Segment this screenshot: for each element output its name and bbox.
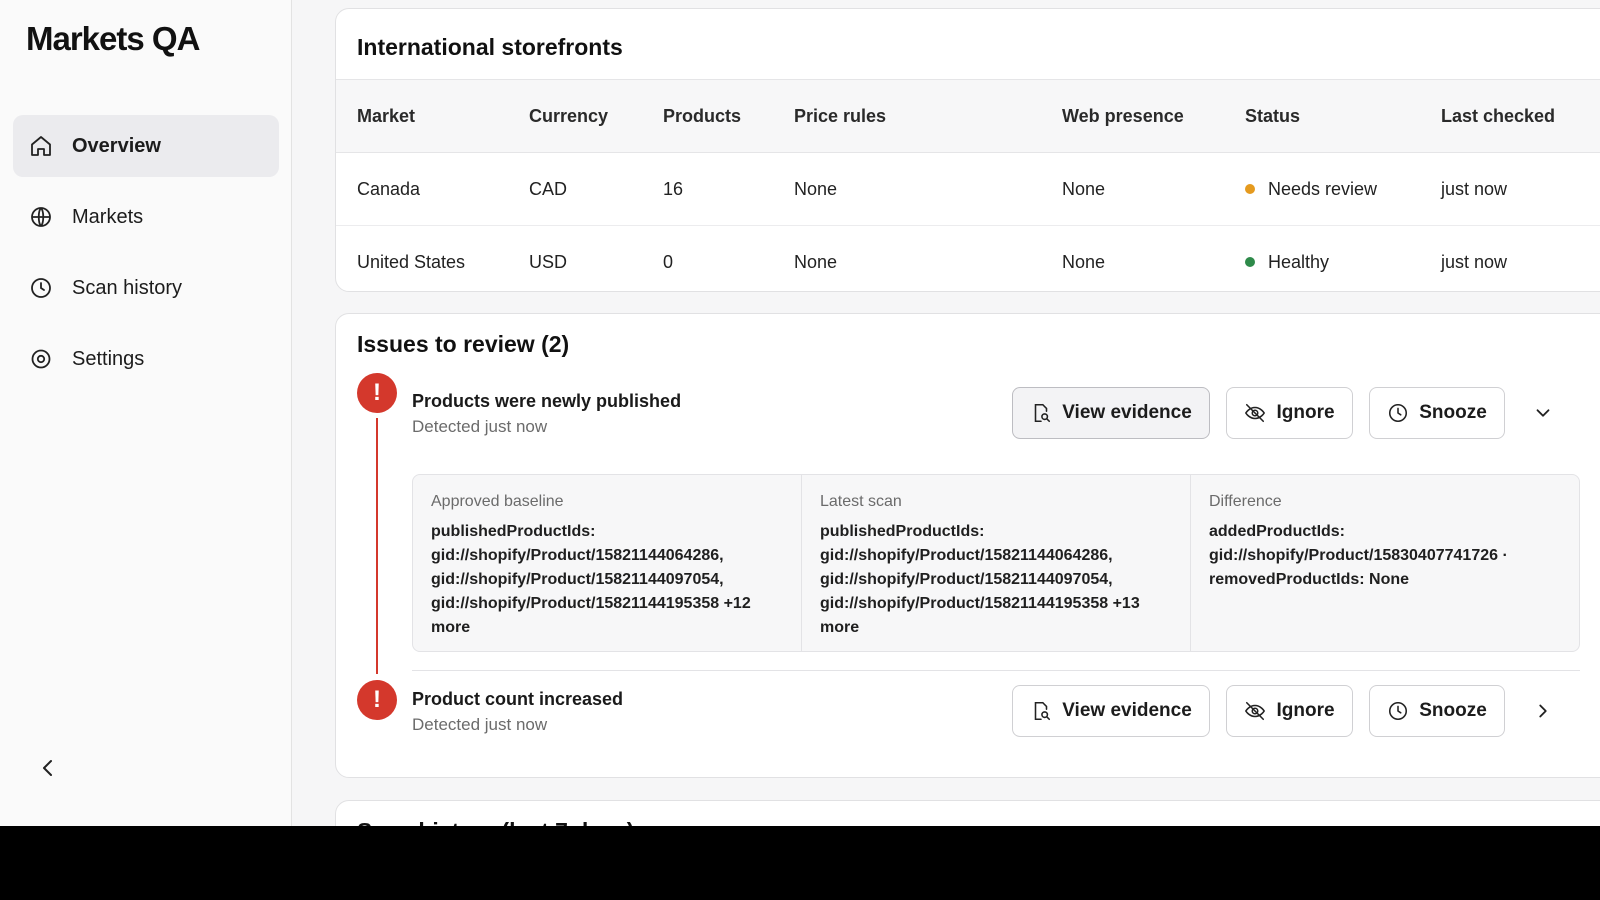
clock-icon bbox=[1389, 403, 1408, 423]
cell-products: 0 bbox=[663, 251, 674, 272]
document-search-icon bbox=[1034, 701, 1051, 721]
evidence-value: publishedProductIds: gid://shopify/Produ… bbox=[431, 523, 751, 636]
sidebar-item-overview[interactable]: Overview bbox=[13, 115, 279, 177]
sidebar-item-settings[interactable]: Settings bbox=[13, 328, 279, 390]
evidence-value: addedProductIds: gid://shopify/Product/1… bbox=[1209, 523, 1508, 588]
cell-last-checked: just now bbox=[1441, 251, 1508, 272]
col-last-checked: Last checked bbox=[1441, 105, 1556, 126]
col-products: Products bbox=[663, 105, 742, 126]
scan-history-title: Scan history (last 7 days) bbox=[357, 818, 634, 826]
eye-off-icon bbox=[1245, 701, 1266, 721]
status-dot bbox=[1245, 183, 1255, 194]
cell-status: Needs review bbox=[1224, 153, 1420, 226]
table-row[interactable]: United States USD 0 None None Healthy ju… bbox=[336, 226, 1600, 292]
app-window: Markets QA Overview Markets Scan history… bbox=[0, 0, 1600, 826]
ignore-button[interactable]: Ignore bbox=[1226, 685, 1353, 737]
chevron-down-icon[interactable] bbox=[1532, 402, 1554, 424]
cell-market: Canada bbox=[357, 178, 421, 199]
eye-off-icon bbox=[1245, 403, 1266, 423]
cell-market: United States bbox=[357, 251, 466, 272]
status-badge: Needs review bbox=[1268, 178, 1378, 199]
issue-detected: Detected just now bbox=[412, 417, 548, 436]
collapse-sidebar-icon[interactable] bbox=[36, 756, 60, 780]
issue-divider bbox=[412, 670, 1580, 671]
issue-title: Products were newly published bbox=[412, 391, 682, 411]
globe-icon bbox=[31, 207, 51, 227]
sidebar-item-scan-history[interactable]: Scan history bbox=[13, 257, 279, 319]
snooze-button[interactable]: Snooze bbox=[1369, 685, 1505, 737]
view-evidence-button[interactable]: View evidence bbox=[1012, 685, 1210, 737]
chevron-right-icon[interactable] bbox=[1532, 700, 1554, 722]
col-price-rules: Price rules bbox=[794, 105, 887, 126]
sidebar-nav: Overview Markets Scan history Settings bbox=[13, 115, 279, 399]
snooze-button[interactable]: Snooze bbox=[1369, 387, 1505, 439]
issues-title: Issues to review (2) bbox=[357, 331, 570, 357]
app-title: Markets QA bbox=[26, 20, 200, 57]
storefronts-title: International storefronts bbox=[357, 34, 623, 60]
col-status: Status bbox=[1245, 105, 1301, 126]
sidebar-item-label: Overview bbox=[72, 134, 161, 157]
gear-icon bbox=[31, 349, 51, 369]
document-search-icon bbox=[1034, 403, 1051, 423]
col-market: Market bbox=[357, 105, 416, 126]
cell-web-presence: None bbox=[1062, 178, 1106, 199]
evidence-latest: Latest scan publishedProductIds: gid://s… bbox=[802, 475, 1191, 651]
scan-history-card: Scan history (last 7 days) bbox=[335, 800, 1600, 826]
view-evidence-button[interactable]: View evidence bbox=[1012, 387, 1210, 439]
issue-timeline-line bbox=[376, 418, 378, 674]
col-currency: Currency bbox=[529, 105, 609, 126]
status-dot bbox=[1245, 256, 1255, 267]
sidebar-item-markets[interactable]: Markets bbox=[13, 186, 279, 248]
storefronts-card: International storefronts Market Currenc… bbox=[335, 8, 1600, 292]
issue-title: Product count increased bbox=[412, 689, 624, 709]
alert-icon: ! bbox=[357, 373, 397, 413]
cell-currency: USD bbox=[529, 251, 568, 272]
evidence-baseline: Approved baseline publishedProductIds: g… bbox=[413, 475, 802, 651]
clock-icon bbox=[31, 278, 51, 298]
cell-price-rules: None bbox=[794, 178, 838, 199]
sidebar-item-label: Markets bbox=[72, 205, 144, 228]
sidebar: Markets QA Overview Markets Scan history… bbox=[0, 0, 292, 826]
evidence-label: Difference bbox=[1209, 493, 1282, 510]
status-badge: Healthy bbox=[1268, 251, 1330, 272]
cell-web-presence: None bbox=[1062, 251, 1106, 272]
sidebar-item-label: Settings bbox=[72, 347, 145, 370]
issue-detected: Detected just now bbox=[412, 715, 548, 734]
evidence-difference: Difference addedProductIds: gid://shopif… bbox=[1191, 475, 1579, 651]
table-row[interactable]: Canada CAD 16 None None Needs review jus… bbox=[336, 153, 1600, 226]
evidence-label: Approved baseline bbox=[431, 493, 564, 510]
home-icon bbox=[31, 136, 51, 156]
cell-price-rules: None bbox=[794, 251, 838, 272]
storefronts-table: Market Currency Products Price rules Web… bbox=[336, 79, 1600, 292]
main-content: International storefronts Market Currenc… bbox=[292, 0, 1600, 826]
evidence-label: Latest scan bbox=[820, 493, 902, 510]
col-web-presence: Web presence bbox=[1062, 105, 1184, 126]
alert-icon: ! bbox=[357, 680, 397, 720]
ignore-button[interactable]: Ignore bbox=[1226, 387, 1353, 439]
evidence-value: publishedProductIds: gid://shopify/Produ… bbox=[820, 523, 1140, 636]
cell-status: Healthy bbox=[1224, 226, 1420, 292]
cell-last-checked: just now bbox=[1441, 178, 1508, 199]
table-header-row: Market Currency Products Price rules Web… bbox=[336, 79, 1600, 153]
clock-icon bbox=[1389, 701, 1408, 721]
cell-products: 16 bbox=[663, 178, 684, 199]
cell-currency: CAD bbox=[529, 178, 568, 199]
sidebar-item-label: Scan history bbox=[72, 276, 183, 299]
issues-card: Issues to review (2) ! Products were new… bbox=[335, 313, 1600, 778]
evidence-panel: Approved baseline publishedProductIds: g… bbox=[412, 474, 1580, 652]
